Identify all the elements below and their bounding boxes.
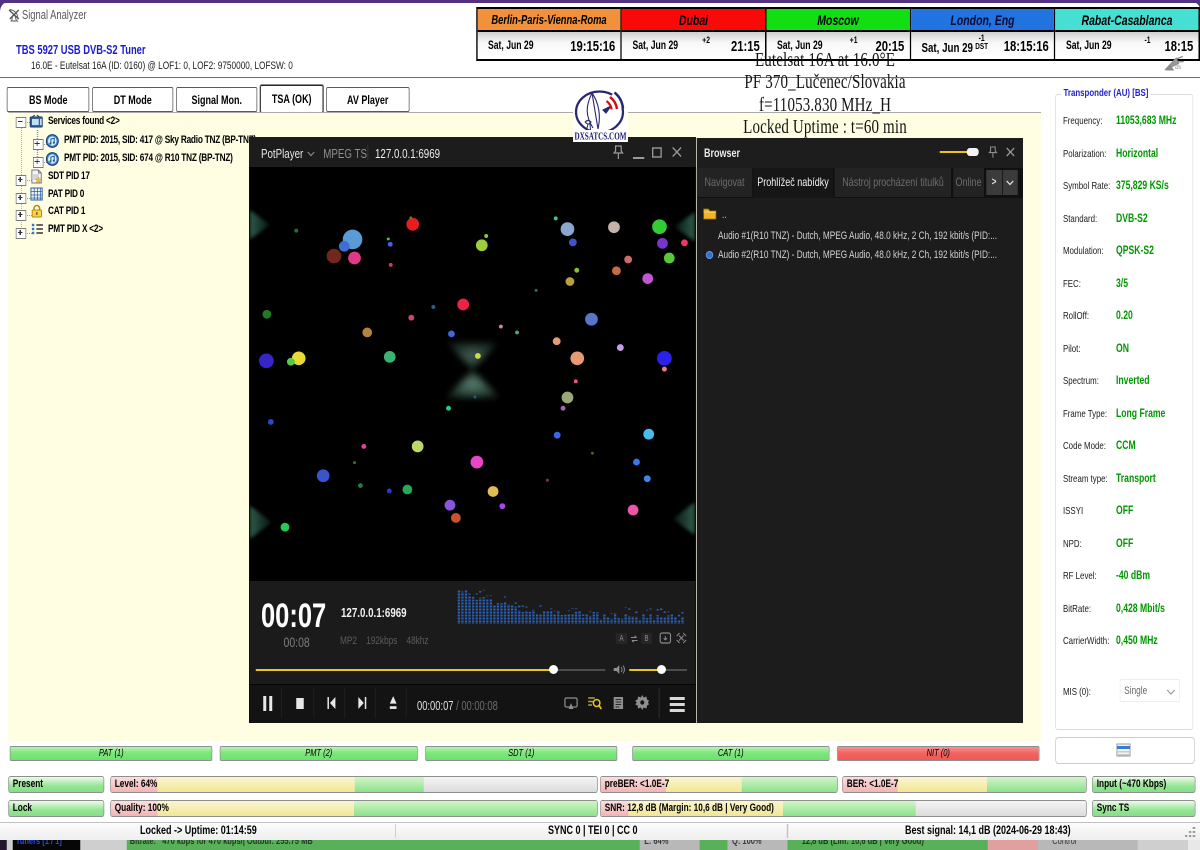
svg-text:ds: ds (1175, 65, 1181, 71)
svg-text:DXSATCS.COM: DXSATCS.COM (575, 132, 627, 143)
